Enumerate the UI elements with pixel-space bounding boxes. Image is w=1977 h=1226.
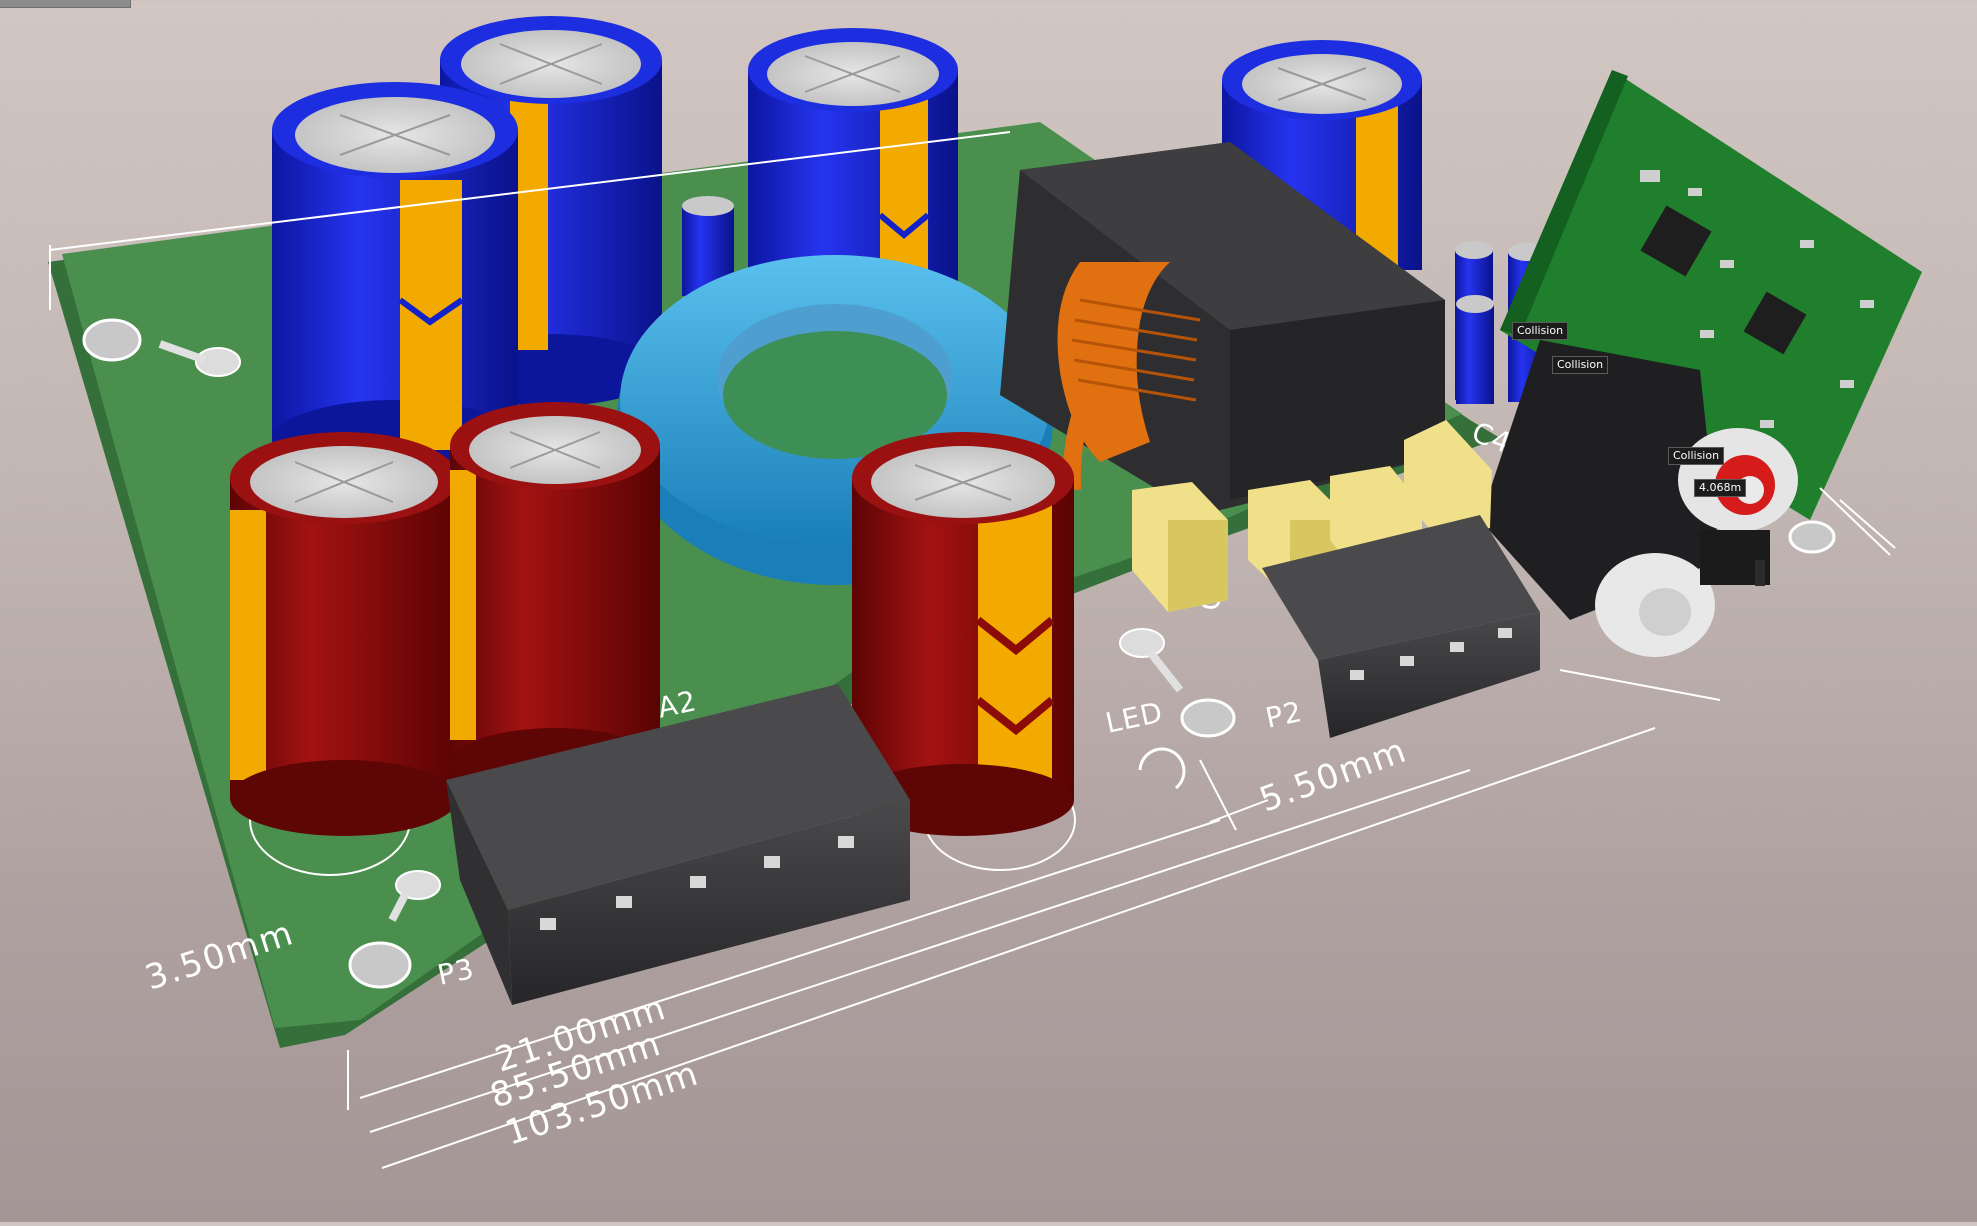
collision-tag[interactable]: Collision <box>1552 356 1609 374</box>
silk-p3: P3 <box>435 952 478 992</box>
measure-tag[interactable]: 4.068m <box>1694 479 1747 497</box>
capacitor-red[interactable] <box>230 432 458 836</box>
screw-icon <box>1119 628 1184 693</box>
mounting-hole <box>1180 698 1236 738</box>
3d-viewport[interactable]: CA2 LED P2 P3 C9C C4 C <box>0 0 1977 1222</box>
silk-led: LED <box>1103 696 1166 740</box>
mounting-hole <box>1788 520 1836 554</box>
led-footprint <box>1138 747 1186 790</box>
mounting-hole <box>82 318 142 362</box>
collision-tag[interactable]: Collision <box>1512 322 1569 340</box>
silk-p2: P2 <box>1263 695 1306 735</box>
collision-tag[interactable]: Collision <box>1668 447 1725 465</box>
mounting-hole <box>348 941 412 989</box>
board-3d-view: CA2 LED P2 P3 C9C C4 C <box>48 16 1922 1169</box>
panel-tab[interactable] <box>0 0 131 8</box>
tact-switch[interactable] <box>1700 530 1770 586</box>
capacitor-blue-small[interactable] <box>1456 295 1494 404</box>
dimension-label: 5.50mm <box>1254 730 1412 820</box>
